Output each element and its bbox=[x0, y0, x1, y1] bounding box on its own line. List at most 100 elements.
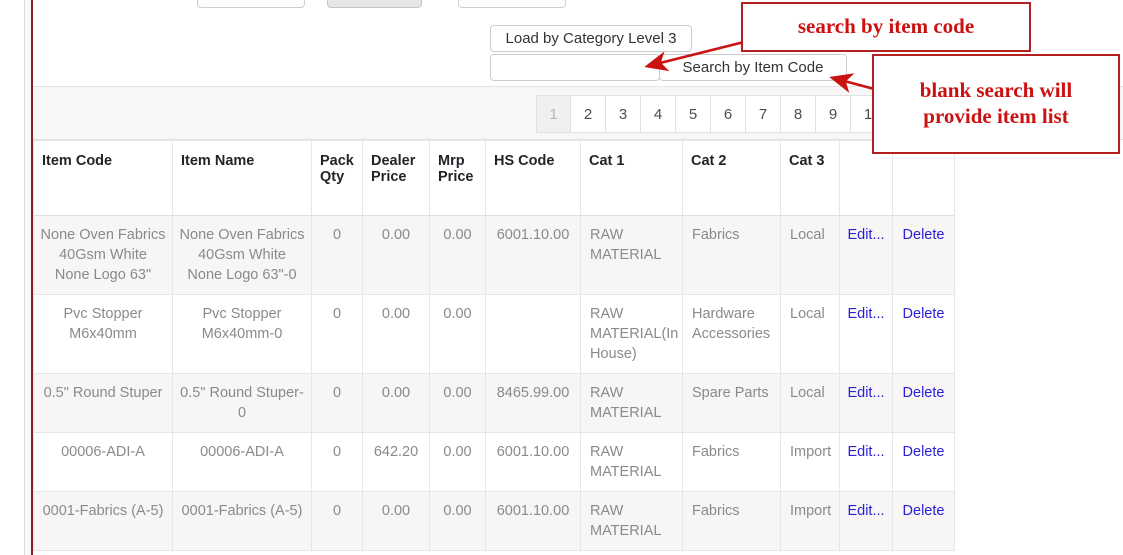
cell-hs-code: 6001.10.00 bbox=[485, 215, 581, 295]
column-header-hs-code[interactable]: HS Code bbox=[485, 140, 581, 216]
cell-dealer-price: 0.00 bbox=[362, 373, 430, 433]
delete-link[interactable]: Delete bbox=[903, 306, 945, 322]
cell-delete: Delete bbox=[892, 432, 955, 492]
cell-mrp-price: 0.00 bbox=[429, 491, 486, 551]
edit-link[interactable]: Edit... bbox=[847, 444, 884, 460]
pagination-page-7[interactable]: 7 bbox=[746, 95, 781, 133]
cell-dealer-price: 0.00 bbox=[362, 294, 430, 374]
page-root: Load by Category Level 3 Search by Item … bbox=[0, 0, 1123, 555]
cut-off-button-2[interactable] bbox=[327, 0, 422, 8]
load-by-category-level-3-button[interactable]: Load by Category Level 3 bbox=[490, 25, 692, 52]
pagination: 1 2 3 4 5 6 7 8 9 1 bbox=[536, 95, 886, 133]
annotation-search-by-item-code: search by item code bbox=[741, 2, 1031, 52]
cell-pack-qty: 0 bbox=[311, 373, 363, 433]
pagination-page-8[interactable]: 8 bbox=[781, 95, 816, 133]
cell-mrp-price: 0.00 bbox=[429, 432, 486, 492]
column-header-item-name[interactable]: Item Name bbox=[172, 140, 312, 216]
items-table: Item Code Item Name Pack Qty Dealer Pric… bbox=[33, 140, 955, 551]
cell-item-code: 0001-Fabrics (A-5) bbox=[33, 491, 173, 551]
pagination-page-1[interactable]: 1 bbox=[536, 95, 571, 133]
cell-cat-2: Fabrics bbox=[682, 215, 781, 295]
cell-pack-qty: 0 bbox=[311, 294, 363, 374]
cell-edit: Edit... bbox=[839, 294, 893, 374]
table-row: 0.5" Round Stuper 0.5" Round Stuper-0 0 … bbox=[33, 373, 955, 433]
delete-link[interactable]: Delete bbox=[903, 227, 945, 243]
cell-cat-1: RAW MATERIAL bbox=[580, 432, 683, 492]
cell-item-code: Pvc Stopper M6x40mm bbox=[33, 294, 173, 374]
delete-link[interactable]: Delete bbox=[903, 444, 945, 460]
cut-off-button-1[interactable] bbox=[197, 0, 305, 8]
cell-edit: Edit... bbox=[839, 491, 893, 551]
table-row: 00006-ADI-A 00006-ADI-A 0 642.20 0.00 60… bbox=[33, 432, 955, 492]
annotation-blank-search-line-2: provide item list bbox=[923, 104, 1069, 128]
column-header-mrp-price[interactable]: Mrp Price bbox=[429, 140, 486, 216]
pagination-page-2[interactable]: 2 bbox=[571, 95, 606, 133]
cell-cat-2: Fabrics bbox=[682, 491, 781, 551]
cell-mrp-price: 0.00 bbox=[429, 373, 486, 433]
cell-dealer-price: 642.20 bbox=[362, 432, 430, 492]
cell-cat-1: RAW MATERIAL(In House) bbox=[580, 294, 683, 374]
cell-cat-1: RAW MATERIAL bbox=[580, 373, 683, 433]
cell-hs-code: 6001.10.00 bbox=[485, 432, 581, 492]
cell-dealer-price: 0.00 bbox=[362, 491, 430, 551]
column-header-cat-1[interactable]: Cat 1 bbox=[580, 140, 683, 216]
cell-cat-3: Local bbox=[780, 373, 840, 433]
column-header-pack-qty[interactable]: Pack Qty bbox=[311, 140, 363, 216]
pagination-page-6[interactable]: 6 bbox=[711, 95, 746, 133]
cell-item-code: 0.5" Round Stuper bbox=[33, 373, 173, 433]
table-row: 0001-Fabrics (A-5) 0001-Fabrics (A-5) 0 … bbox=[33, 491, 955, 551]
pagination-page-4[interactable]: 4 bbox=[641, 95, 676, 133]
cell-mrp-price: 0.00 bbox=[429, 215, 486, 295]
cell-cat-1: RAW MATERIAL bbox=[580, 491, 683, 551]
items-table-header-row: Item Code Item Name Pack Qty Dealer Pric… bbox=[33, 140, 955, 216]
table-row: Pvc Stopper M6x40mm Pvc Stopper M6x40mm-… bbox=[33, 294, 955, 374]
cell-item-name: None Oven Fabrics 40Gsm White None Logo … bbox=[172, 215, 312, 295]
column-header-cat-3[interactable]: Cat 3 bbox=[780, 140, 840, 216]
cell-delete: Delete bbox=[892, 373, 955, 433]
search-by-item-code-button[interactable]: Search by Item Code bbox=[659, 54, 847, 81]
cell-edit: Edit... bbox=[839, 215, 893, 295]
cell-item-name: 0.5" Round Stuper-0 bbox=[172, 373, 312, 433]
cut-off-button-3[interactable] bbox=[458, 0, 566, 8]
cell-cat-3: Local bbox=[780, 294, 840, 374]
cell-cat-3: Import bbox=[780, 491, 840, 551]
cell-item-code: 00006-ADI-A bbox=[33, 432, 173, 492]
pagination-page-5[interactable]: 5 bbox=[676, 95, 711, 133]
cell-hs-code: 6001.10.00 bbox=[485, 491, 581, 551]
column-header-item-code[interactable]: Item Code bbox=[33, 140, 173, 216]
cell-delete: Delete bbox=[892, 294, 955, 374]
cell-cat-3: Local bbox=[780, 215, 840, 295]
pagination-page-3[interactable]: 3 bbox=[606, 95, 641, 133]
cell-cat-3: Import bbox=[780, 432, 840, 492]
edit-link[interactable]: Edit... bbox=[847, 306, 884, 322]
cell-mrp-price: 0.00 bbox=[429, 294, 486, 374]
cell-edit: Edit... bbox=[839, 432, 893, 492]
delete-link[interactable]: Delete bbox=[903, 503, 945, 519]
pagination-page-9[interactable]: 9 bbox=[816, 95, 851, 133]
edit-link[interactable]: Edit... bbox=[847, 503, 884, 519]
cell-dealer-price: 0.00 bbox=[362, 215, 430, 295]
edit-link[interactable]: Edit... bbox=[847, 385, 884, 401]
cell-item-code: None Oven Fabrics 40Gsm White None Logo … bbox=[33, 215, 173, 295]
cell-item-name: 00006-ADI-A bbox=[172, 432, 312, 492]
items-table-head: Item Code Item Name Pack Qty Dealer Pric… bbox=[33, 140, 955, 216]
edit-link[interactable]: Edit... bbox=[847, 227, 884, 243]
cell-pack-qty: 0 bbox=[311, 491, 363, 551]
cell-cat-2: Fabrics bbox=[682, 432, 781, 492]
cell-cat-1: RAW MATERIAL bbox=[580, 215, 683, 295]
items-table-wrapper: Item Code Item Name Pack Qty Dealer Pric… bbox=[33, 140, 955, 551]
column-header-dealer-price[interactable]: Dealer Price bbox=[362, 140, 430, 216]
search-item-code-input[interactable] bbox=[490, 54, 660, 81]
delete-link[interactable]: Delete bbox=[903, 385, 945, 401]
cell-edit: Edit... bbox=[839, 373, 893, 433]
annotation-blank-search: blank search will provide item list bbox=[872, 54, 1120, 154]
cell-delete: Delete bbox=[892, 215, 955, 295]
window-left-gutter bbox=[0, 0, 25, 555]
cell-cat-2: Hardware Accessories bbox=[682, 294, 781, 374]
cell-hs-code: 8465.99.00 bbox=[485, 373, 581, 433]
cell-cat-2: Spare Parts bbox=[682, 373, 781, 433]
column-header-cat-2[interactable]: Cat 2 bbox=[682, 140, 781, 216]
annotation-blank-search-line-1: blank search will bbox=[919, 78, 1073, 103]
cell-pack-qty: 0 bbox=[311, 432, 363, 492]
cell-hs-code bbox=[485, 294, 581, 374]
